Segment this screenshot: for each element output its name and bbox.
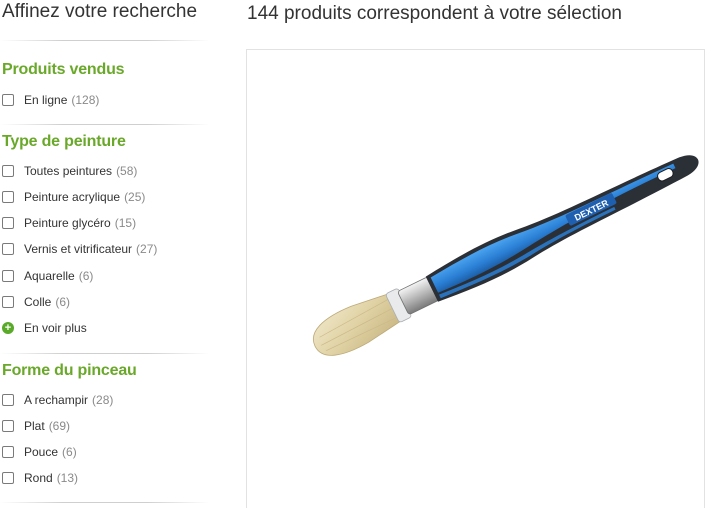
filter-item-toutes-peintures[interactable]: Toutes peintures (58): [2, 162, 137, 180]
filter-label: Aquarelle: [24, 269, 75, 283]
filter-item-plat[interactable]: Plat (69): [2, 417, 70, 435]
plus-circle-icon: +: [2, 322, 14, 334]
filter-count: (69): [48, 419, 71, 433]
filter-label: Vernis et vitrificateur: [24, 242, 133, 256]
checkbox[interactable]: [2, 296, 14, 308]
checkbox[interactable]: [2, 243, 14, 255]
filter-label: Toutes peintures: [24, 164, 113, 178]
filter-item-colle[interactable]: Colle (6): [2, 293, 70, 311]
filter-count: (6): [78, 269, 94, 283]
see-more-link[interactable]: + En voir plus: [2, 319, 87, 337]
filter-count: (15): [114, 216, 137, 230]
see-more-label: En voir plus: [24, 321, 87, 335]
filter-count: (128): [71, 93, 100, 107]
product-card[interactable]: DEXTER: [246, 49, 705, 508]
checkbox[interactable]: [2, 165, 14, 177]
product-image-paintbrush: DEXTER: [313, 155, 699, 356]
filter-label: Peinture glycéro: [24, 216, 111, 230]
filter-count: (6): [62, 445, 77, 459]
filter-count: (6): [55, 295, 71, 309]
checkbox[interactable]: [2, 270, 14, 282]
checkbox[interactable]: [2, 446, 14, 458]
checkbox[interactable]: [2, 217, 14, 229]
checkbox[interactable]: [2, 420, 14, 432]
page: Affinez votre recherche Produits vendus …: [0, 0, 706, 508]
filter-item-pouce[interactable]: Pouce (6): [2, 443, 77, 461]
sidebar-title: Affinez votre recherche: [2, 1, 198, 22]
filter-item-a-rechampir[interactable]: A rechampir (28): [2, 391, 113, 409]
filter-label: Peinture acrylique: [24, 190, 121, 204]
filter-label: Rond: [24, 471, 53, 485]
filter-item-en-ligne[interactable]: En ligne (128): [2, 91, 99, 109]
filter-label: Colle: [24, 295, 52, 309]
section-title-produits-vendus: Produits vendus: [2, 61, 125, 78]
checkbox[interactable]: [2, 472, 14, 484]
filter-count: (28): [92, 393, 114, 407]
filter-item-peinture-acrylique[interactable]: Peinture acrylique (25): [2, 188, 145, 206]
divider: [0, 353, 210, 354]
filter-label: Plat: [24, 419, 45, 433]
filter-label: En ligne: [24, 93, 68, 107]
checkbox[interactable]: [2, 191, 14, 203]
filter-item-rond[interactable]: Rond (13): [2, 469, 78, 487]
filter-count: (27): [136, 242, 158, 256]
filter-count: (13): [56, 471, 79, 485]
filter-item-vernis-et-vitrificateur[interactable]: Vernis et vitrificateur (27): [2, 240, 157, 258]
checkbox[interactable]: [2, 394, 14, 406]
divider: [0, 124, 210, 125]
filter-label: A rechampir: [24, 393, 89, 407]
section-title-forme-du-pinceau: Forme du pinceau: [2, 362, 137, 379]
filter-item-peinture-glycero[interactable]: Peinture glycéro (15): [2, 214, 136, 232]
filter-count: (58): [116, 164, 138, 178]
results-count-title: 144 produits correspondent à votre sélec…: [247, 3, 622, 24]
filter-sidebar: Affinez votre recherche Produits vendus …: [0, 0, 215, 508]
filter-count: (25): [124, 190, 146, 204]
filter-label: Pouce: [24, 445, 59, 459]
divider: [0, 40, 210, 41]
divider: [0, 502, 210, 503]
filter-item-aquarelle[interactable]: Aquarelle (6): [2, 267, 93, 285]
checkbox[interactable]: [2, 94, 14, 106]
section-title-type-de-peinture: Type de peinture: [2, 133, 126, 150]
